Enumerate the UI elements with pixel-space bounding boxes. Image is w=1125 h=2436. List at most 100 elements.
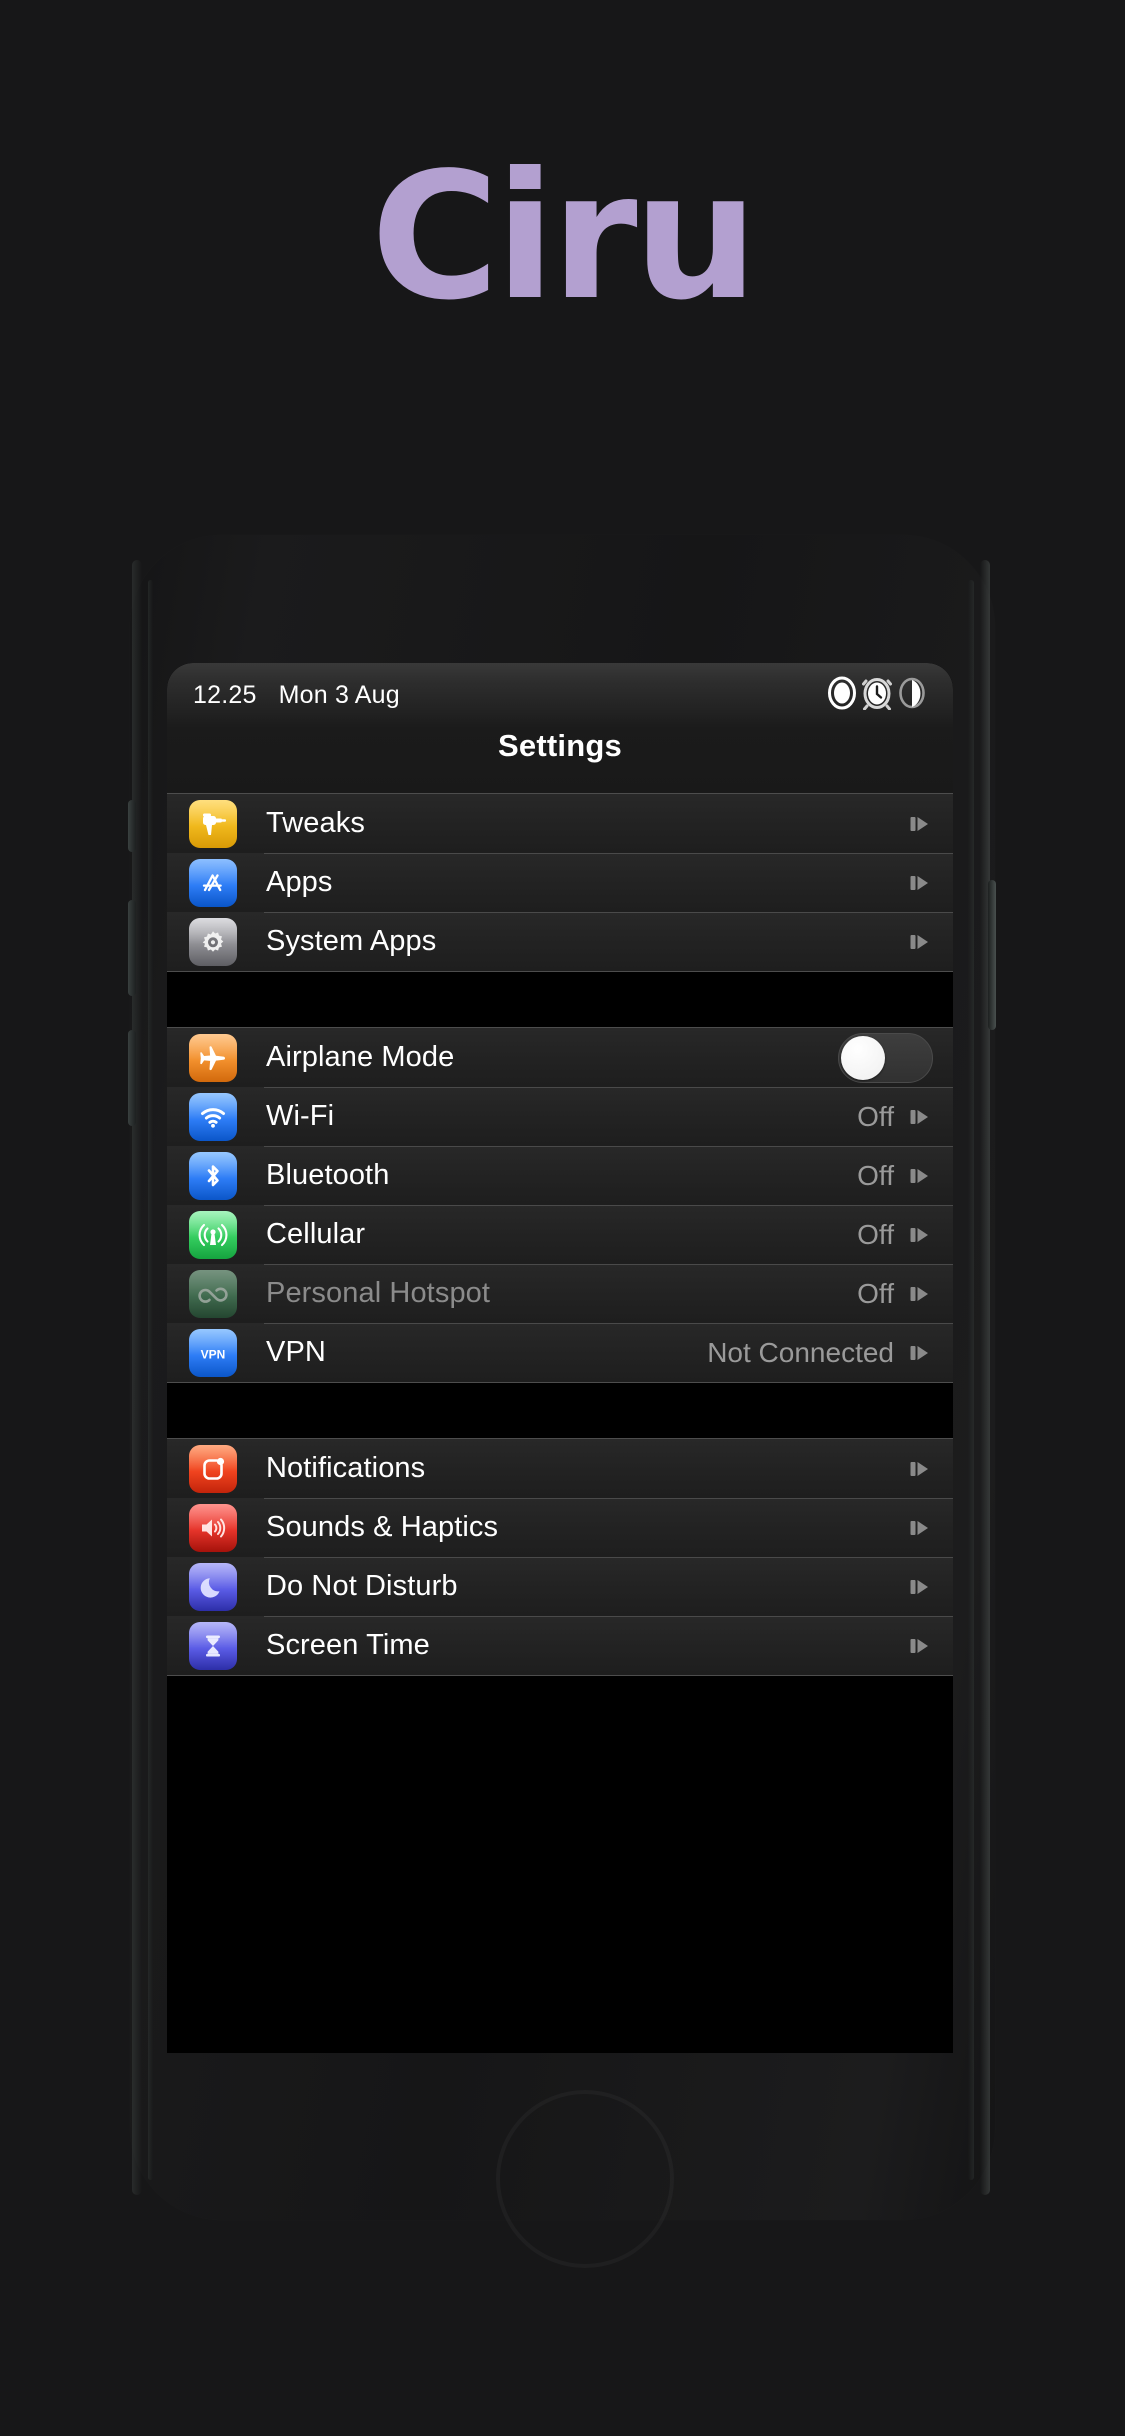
settings-row-value: Not Connected: [707, 1336, 894, 1368]
volume-up-button[interactable]: [128, 900, 136, 996]
list-bottom-spacer: [167, 1676, 953, 1731]
vpn-icon: VPN: [189, 1328, 237, 1377]
phone-right-bezel-inner: [968, 580, 974, 2180]
settings-row-bluetooth[interactable]: Bluetooth Off: [167, 1146, 953, 1205]
status-bar-time: 12.25: [193, 681, 257, 709]
disclosure-icon: [910, 1638, 928, 1653]
disclosure-icon: [907, 1281, 933, 1307]
disclosure-icon: [907, 929, 933, 955]
settings-row-label: Bluetooth: [266, 1159, 390, 1191]
app-store-icon: [189, 858, 237, 907]
phone-left-bezel-inner: [148, 580, 153, 2180]
disclosure-icon: [907, 1340, 933, 1366]
moon-icon: [189, 1562, 237, 1611]
settings-row-accessory: [907, 929, 933, 955]
settings-row-sounds-haptics[interactable]: Sounds & Haptics: [167, 1498, 953, 1557]
wifi-icon: [189, 1092, 237, 1141]
hotspot-icon: [189, 1269, 237, 1318]
gear-icon: [189, 917, 237, 966]
airplane-icon: [189, 1033, 237, 1082]
settings-row-label: Tweaks: [266, 807, 365, 839]
cellular-icon: [189, 1210, 237, 1259]
disclosure-icon: [910, 1168, 928, 1183]
home-button[interactable]: [496, 2090, 674, 2268]
disclosure-icon: [907, 1456, 933, 1482]
status-bar-date: Mon 3 Aug: [278, 681, 400, 709]
settings-row-label: Notifications: [266, 1452, 426, 1484]
screenshot-root: Ciru 12.25 Mon 3 Aug Settings Tweaks App…: [0, 0, 1125, 2436]
phone-right-bezel: [980, 560, 990, 2195]
speaker-icon: [189, 1503, 237, 1552]
settings-row-vpn[interactable]: VPN VPN Not Connected: [167, 1323, 953, 1382]
settings-row-label: Cellular: [266, 1218, 366, 1250]
settings-row-label: System Apps: [266, 925, 437, 957]
settings-row-apps[interactable]: Apps: [167, 853, 953, 912]
group-separator: [167, 1383, 953, 1438]
settings-row-system-apps[interactable]: System Apps: [167, 912, 953, 971]
settings-row-value: Off: [857, 1277, 894, 1309]
disclosure-icon: [910, 1579, 928, 1594]
disclosure-icon: [907, 1515, 933, 1541]
disclosure-icon: [910, 1227, 928, 1242]
toggle-switch-airplane-mode[interactable]: [838, 1032, 933, 1083]
volume-down-button[interactable]: [128, 1030, 136, 1126]
settings-row-cellular[interactable]: Cellular Off: [167, 1205, 953, 1264]
status-bar: 12.25 Mon 3 Aug: [167, 663, 953, 728]
power-button[interactable]: [988, 880, 996, 1030]
toggle-knob: [841, 1035, 885, 1080]
notification-banner-icon: [189, 1444, 237, 1493]
settings-row-screen-time[interactable]: Screen Time: [167, 1616, 953, 1675]
settings-row-value: Off: [857, 1218, 894, 1250]
disclosure-icon: [907, 1163, 933, 1189]
settings-row-value: Off: [857, 1159, 894, 1191]
do-not-disturb-contrast-icon: [897, 676, 927, 715]
disclosure-icon: [907, 1633, 933, 1659]
group-shortcuts: Tweaks Apps System Apps: [167, 793, 953, 972]
settings-row-label: Screen Time: [266, 1629, 430, 1661]
settings-row-accessory: [907, 1456, 933, 1482]
settings-row-label: VPN: [266, 1336, 326, 1368]
disclosure-icon: [910, 1345, 928, 1360]
group-notifications: Notifications Sounds & Haptics Do Not Di…: [167, 1438, 953, 1676]
settings-row-accessory: [838, 1032, 933, 1083]
settings-row-personal-hotspot[interactable]: Personal Hotspot Off: [167, 1264, 953, 1323]
settings-row-label: Do Not Disturb: [266, 1570, 458, 1602]
silent-switch-button[interactable]: [128, 800, 136, 852]
settings-row-notifications[interactable]: Notifications: [167, 1439, 953, 1498]
page-title: Settings: [498, 728, 622, 763]
settings-row-accessory: Off: [857, 1219, 933, 1251]
group-separator: [167, 972, 953, 1027]
settings-row-accessory: [907, 1633, 933, 1659]
bluetooth-icon: [189, 1151, 237, 1200]
svg-text:VPN: VPN: [201, 1347, 226, 1361]
settings-row-accessory: [907, 811, 933, 837]
settings-row-label: Wi-Fi: [266, 1100, 335, 1132]
settings-row-tweaks[interactable]: Tweaks: [167, 794, 953, 853]
settings-row-accessory: Off: [857, 1160, 933, 1192]
phone-screen: 12.25 Mon 3 Aug Settings Tweaks Apps Sys…: [167, 663, 953, 2053]
disclosure-icon: [907, 811, 933, 837]
alarm-clock-icon: [862, 676, 892, 715]
disclosure-icon: [910, 1286, 928, 1301]
disclosure-icon: [910, 934, 928, 949]
settings-row-label: Airplane Mode: [266, 1041, 455, 1073]
settings-row-label: Apps: [266, 866, 333, 898]
settings-list: Tweaks Apps System Apps Airplane Mode Wi…: [167, 793, 953, 1731]
settings-row-accessory: Off: [857, 1101, 933, 1133]
hourglass-icon: [189, 1621, 237, 1670]
settings-row-wifi[interactable]: Wi-Fi Off: [167, 1087, 953, 1146]
settings-row-airplane-mode[interactable]: Airplane Mode: [167, 1028, 953, 1087]
disclosure-icon: [910, 1520, 928, 1535]
settings-row-accessory: [907, 1574, 933, 1600]
settings-row-accessory: [907, 870, 933, 896]
settings-row-accessory: Off: [857, 1278, 933, 1310]
disclosure-icon: [910, 875, 928, 890]
settings-row-do-not-disturb[interactable]: Do Not Disturb: [167, 1557, 953, 1616]
settings-row-accessory: Not Connected: [707, 1337, 933, 1369]
disclosure-icon: [907, 1104, 933, 1130]
settings-row-accessory: [907, 1515, 933, 1541]
navigation-bar: Settings: [167, 728, 953, 793]
settings-row-value: Off: [857, 1100, 894, 1132]
disclosure-icon: [907, 870, 933, 896]
settings-row-label: Personal Hotspot: [266, 1277, 491, 1309]
